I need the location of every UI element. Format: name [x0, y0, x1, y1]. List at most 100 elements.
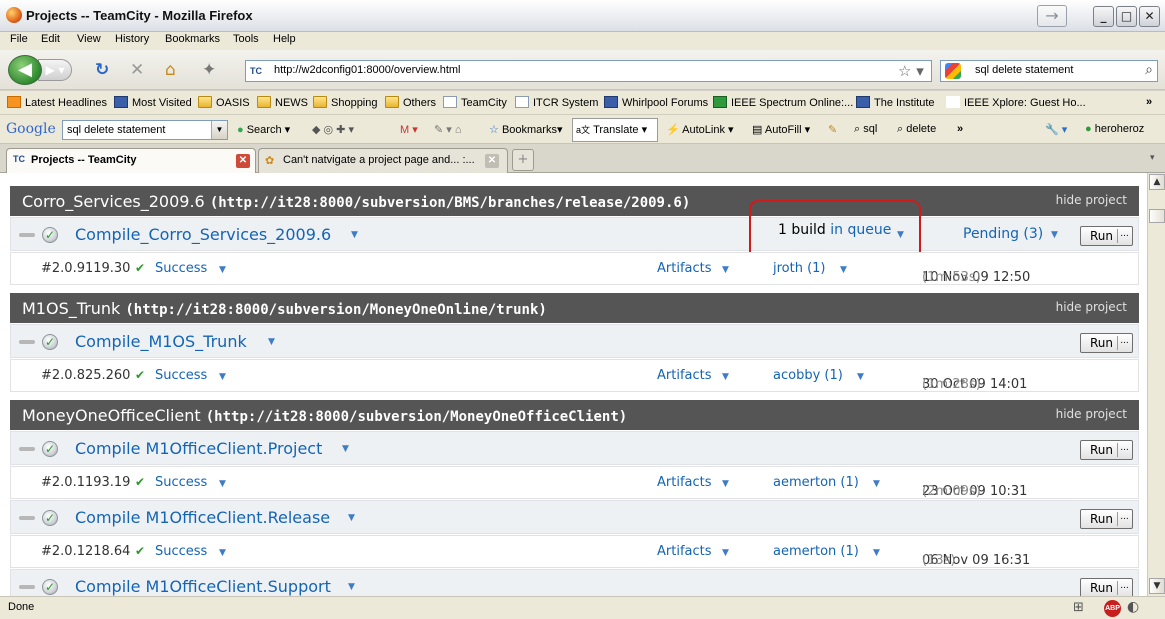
tab-list-chevron-down-icon[interactable]: ▾ — [1150, 153, 1155, 163]
stop-icon[interactable]: ✕ — [130, 61, 144, 79]
extension-icon[interactable]: ◐ — [1127, 599, 1139, 615]
bookmark-the-institute[interactable]: The Institute — [856, 96, 935, 109]
url-text[interactable]: http://w2dconfig01:8000/overview.html — [274, 64, 461, 76]
bookmark-itcr-system[interactable]: ITCR System — [515, 96, 598, 109]
bookmark-latest-headlines[interactable]: Latest Headlines — [7, 96, 107, 109]
chevron-down-icon[interactable]: ▼ — [722, 548, 729, 558]
menu-edit[interactable]: Edit — [41, 33, 60, 45]
chevron-down-icon[interactable]: ▼ — [219, 265, 226, 275]
build-number[interactable]: #2.0.825.260 — [41, 368, 130, 383]
google-search-engine-icon[interactable] — [945, 63, 961, 79]
menu-bookmarks[interactable]: Bookmarks — [165, 33, 220, 45]
chevron-down-icon[interactable]: ▼ — [1051, 230, 1058, 240]
chevron-down-icon[interactable]: ▼ — [722, 372, 729, 382]
build-config-name[interactable]: Compile M1OfficeClient.Release — [75, 508, 330, 527]
menu-help[interactable]: Help — [273, 33, 296, 45]
search-input[interactable]: sql delete statement — [975, 64, 1073, 76]
artifacts-link[interactable]: Artifacts — [657, 261, 712, 276]
build-number[interactable]: #2.0.9119.30 — [41, 261, 130, 276]
chevron-down-icon[interactable]: ▼ — [219, 548, 226, 558]
search-term-sql[interactable]: ⌕ sql — [854, 123, 877, 136]
chevron-down-icon[interactable]: ▼ — [857, 372, 864, 382]
changes-link[interactable]: aemerton (1) — [773, 544, 859, 559]
bookmark-others[interactable]: Others — [385, 96, 436, 109]
tab-cant-navigate[interactable]: ✿ Can't natvigate a project page and... … — [258, 148, 508, 173]
forward-button[interactable]: ▶ ▾ — [38, 59, 72, 81]
bookmark-oasis[interactable]: OASIS — [198, 96, 250, 109]
search-term-delete[interactable]: ⌕ delete — [897, 123, 936, 136]
run-options-button[interactable]: ... — [1117, 581, 1131, 595]
close-window-button[interactable]: ✕ — [1139, 6, 1160, 27]
pin-icon[interactable]: ✦ — [202, 61, 216, 79]
search-box[interactable]: sql delete statement ⌕ — [940, 60, 1158, 82]
project-title[interactable]: Corro_Services_2009.6 (http://it28:8000/… — [22, 192, 690, 211]
artifacts-link[interactable]: Artifacts — [657, 368, 712, 383]
maximize-button[interactable]: □ — [1116, 6, 1137, 27]
run-button[interactable]: Run... — [1080, 440, 1133, 460]
chevron-down-icon[interactable]: ▼ — [722, 479, 729, 489]
star-icon[interactable]: ☆ ▾ — [898, 62, 924, 80]
chevron-down-icon[interactable]: ▼ — [342, 444, 349, 454]
bookmark-teamcity[interactable]: TeamCity — [443, 96, 507, 109]
collapse-icon[interactable] — [19, 340, 35, 344]
bookmarks-overflow-chevron-icon[interactable]: » — [1146, 96, 1152, 108]
run-options-button[interactable]: ... — [1117, 336, 1131, 350]
scrollbar-thumb[interactable] — [1149, 209, 1165, 223]
minimize-button[interactable]: _ — [1093, 6, 1114, 27]
toolbar-overflow-chevron-icon[interactable]: » — [957, 123, 963, 135]
close-icon[interactable]: ✕ — [236, 154, 250, 168]
google-search-button[interactable]: ● Search ▾ — [237, 123, 290, 136]
bookmark-ieee-spectrum[interactable]: IEEE Spectrum Online:... — [713, 96, 853, 109]
run-options-button[interactable]: ... — [1117, 443, 1131, 457]
arrow-right-icon[interactable]: → — [1037, 5, 1067, 27]
bookmark-news[interactable]: NEWS — [257, 96, 308, 109]
run-button[interactable]: Run... — [1080, 333, 1133, 353]
vertical-scrollbar[interactable]: ▲ ▼ — [1147, 173, 1165, 596]
bookmark-whirlpool-forums[interactable]: Whirlpool Forums — [604, 96, 708, 109]
chevron-down-icon[interactable]: ▼ — [722, 265, 729, 275]
build-status-link[interactable]: Success — [155, 544, 207, 559]
new-tab-button[interactable]: + — [512, 149, 534, 171]
scroll-up-arrow-icon[interactable]: ▲ — [1149, 174, 1165, 190]
project-title[interactable]: M1OS_Trunk (http://it28:8000/subversion/… — [22, 299, 547, 318]
build-status-link[interactable]: Success — [155, 368, 207, 383]
menu-view[interactable]: View — [77, 33, 101, 45]
collapse-icon[interactable] — [19, 585, 35, 589]
run-button[interactable]: Run... — [1080, 509, 1133, 529]
build-status-link[interactable]: Success — [155, 475, 207, 490]
chevron-down-icon[interactable]: ▼ — [348, 582, 355, 592]
hide-project-link[interactable]: hide project — [1056, 193, 1127, 207]
bookmark-ieee-xplore[interactable]: IEEE Xplore: Guest Ho... — [946, 96, 1086, 109]
hide-project-link[interactable]: hide project — [1056, 300, 1127, 314]
changes-link[interactable]: acobby (1) — [773, 368, 843, 383]
addon-icon[interactable]: ⊞ — [1073, 600, 1084, 615]
build-number[interactable]: #2.0.1218.64 — [41, 544, 130, 559]
chevron-down-icon[interactable]: ▼ — [873, 479, 880, 489]
back-button[interactable]: ◀ — [8, 55, 42, 85]
user-account[interactable]: ● heroheroz — [1085, 123, 1144, 135]
artifacts-link[interactable]: Artifacts — [657, 544, 712, 559]
collapse-icon[interactable] — [19, 233, 35, 237]
bookmark-most-visited[interactable]: Most Visited — [114, 96, 192, 109]
autolink-button[interactable]: ⚡ AutoLink ▾ — [666, 123, 734, 136]
bookmark-shopping[interactable]: Shopping — [313, 96, 378, 109]
run-options-button[interactable]: ... — [1117, 512, 1131, 526]
chevron-down-icon[interactable]: ▼ — [268, 337, 275, 347]
run-button[interactable]: Run... — [1080, 578, 1133, 596]
menu-history[interactable]: History — [115, 33, 149, 45]
build-number[interactable]: #2.0.1193.19 — [41, 475, 130, 490]
menu-file[interactable]: File — [10, 33, 28, 45]
changes-link[interactable]: aemerton (1) — [773, 475, 859, 490]
chevron-down-icon[interactable]: ▼ — [219, 372, 226, 382]
build-config-name[interactable]: Compile M1OfficeClient.Support — [75, 577, 331, 596]
menu-tools[interactable]: Tools — [233, 33, 259, 45]
toolbar-icons-group[interactable]: ◆ ◎ ✚ ▾ — [312, 123, 354, 136]
wrench-icon[interactable]: 🔧 ▾ — [1045, 123, 1067, 136]
artifacts-link[interactable]: Artifacts — [657, 475, 712, 490]
google-bookmarks-button[interactable]: ☆ Bookmarks▾ — [489, 123, 563, 136]
translate-button[interactable]: a文 Translate ▾ — [572, 118, 658, 142]
adblock-icon[interactable]: ABP — [1104, 600, 1121, 617]
highlighter-icon[interactable]: ✎ — [828, 123, 837, 136]
run-options-button[interactable]: ... — [1117, 229, 1131, 243]
close-icon[interactable]: ✕ — [485, 154, 499, 168]
